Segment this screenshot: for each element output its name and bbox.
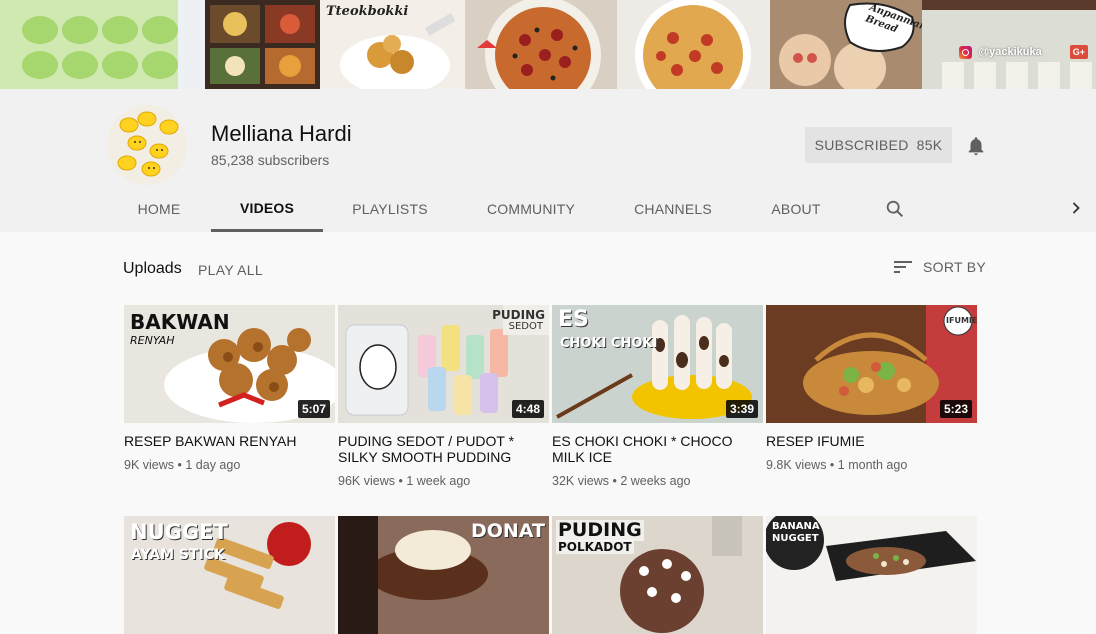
video-duration: 5:23 — [939, 400, 972, 418]
play-all-button[interactable]: PLAY ALL — [198, 262, 263, 278]
tab-videos[interactable]: VIDEOS — [211, 186, 323, 232]
video-meta: 9K views • 1 day ago — [124, 458, 241, 472]
video-card[interactable]: PUDING POLKADOT — [552, 516, 763, 634]
video-title[interactable]: RESEP IFUMIE — [766, 433, 977, 449]
thumbnail-text: PUDING — [492, 308, 545, 322]
thumbnail-text: ES — [558, 307, 589, 332]
video-age: 2 weeks ago — [620, 474, 691, 488]
thumbnail-subtext: RENYAH — [130, 334, 175, 347]
channel-avatar[interactable] — [107, 105, 187, 185]
banner-tile-pizza-1 — [465, 0, 617, 89]
thumbnail-text: BANANA — [772, 521, 820, 532]
video-title[interactable]: PUDING SEDOT / PUDOT * SILKY SMOOTH PUDD… — [338, 433, 549, 465]
video-title[interactable]: RESEP BAKWAN RENYAH — [124, 433, 335, 449]
video-card[interactable]: BANANA NUGGET — [766, 516, 977, 634]
subscribed-count: 85K — [916, 137, 943, 153]
thumbnail-subtext: NUGGET — [772, 533, 819, 544]
thumbnail-text: DONAT — [470, 520, 545, 542]
video-thumbnail[interactable]: DONAT — [338, 516, 549, 634]
video-card[interactable]: IFUMIE 5:23 RESEP IFUMIE 9.8K views • 1 … — [766, 305, 977, 472]
video-meta: 9.8K views • 1 month ago — [766, 458, 908, 472]
video-views: 9.8K views — [766, 458, 827, 472]
video-thumbnail[interactable]: PUDING POLKADOT — [552, 516, 763, 634]
banner-social-links: @yackikuka G+ — [959, 45, 1088, 59]
video-thumbnail[interactable]: BAKWAN RENYAH 5:07 — [124, 305, 335, 423]
tab-home[interactable]: HOME — [124, 186, 194, 232]
thumbnail-subtext: POLKADOT — [556, 540, 634, 554]
video-title[interactable]: ES CHOKI CHOKI * CHOCO MILK ICE — [552, 433, 763, 465]
tab-about[interactable]: ABOUT — [757, 186, 835, 232]
channel-tabs: HOME VIDEOS PLAYLISTS COMMUNITY CHANNELS… — [0, 186, 1096, 232]
video-meta: 96K views • 1 week ago — [338, 474, 471, 488]
sort-by-label: SORT BY — [923, 259, 987, 275]
subscribed-button[interactable]: SUBSCRIBED 85K — [805, 127, 952, 163]
video-duration: 4:48 — [511, 400, 544, 418]
thumbnail-text: PUDING — [556, 519, 644, 541]
tab-playlists[interactable]: PLAYLISTS — [340, 186, 440, 232]
google-plus-icon[interactable]: G+ — [1069, 45, 1088, 59]
banner-tile-bento — [205, 0, 320, 89]
sort-icon — [894, 261, 912, 273]
tab-channels[interactable]: CHANNELS — [620, 186, 726, 232]
subscribed-label: SUBSCRIBED — [814, 137, 909, 153]
video-views: 32K views — [552, 474, 609, 488]
video-meta: 32K views • 2 weeks ago — [552, 474, 691, 488]
video-age: 1 day ago — [185, 458, 241, 472]
banner-tile-anpanman: Anpanman Bread — [770, 0, 922, 89]
video-card[interactable]: NUGGET AYAM STICK — [124, 516, 335, 634]
banner-tile-tteokbokki: Tteokbokki — [320, 0, 465, 89]
video-age: 1 month ago — [837, 458, 908, 472]
video-duration: 5:07 — [297, 400, 330, 418]
sort-by-button[interactable]: SORT BY — [893, 259, 986, 275]
video-thumbnail[interactable]: PUDING SEDOT 4:48 — [338, 305, 549, 423]
thumbnail-text: BAKWAN — [130, 310, 230, 334]
channel-banner: Tteokbokki Anpanman Bread @yackikuka G+ — [0, 0, 1096, 89]
banner-tile-green-buns — [0, 0, 205, 89]
instagram-handle[interactable]: @yackikuka — [978, 46, 1041, 58]
thumbnail-subtext: CHOKI CHOKI — [560, 336, 658, 351]
banner-tile-pizza-2 — [617, 0, 770, 89]
channel-subscriber-count: 85,238 subscribers — [211, 152, 330, 168]
tab-community[interactable]: COMMUNITY — [471, 186, 591, 232]
instagram-icon[interactable] — [959, 45, 973, 59]
video-duration: 3:39 — [725, 400, 758, 418]
video-card[interactable]: PUDING SEDOT 4:48 PUDING SEDOT / PUDOT *… — [338, 305, 549, 488]
chevron-right-icon[interactable] — [1066, 198, 1086, 218]
video-thumbnail[interactable]: NUGGET AYAM STICK — [124, 516, 335, 634]
video-thumbnail[interactable]: BANANA NUGGET — [766, 516, 977, 634]
video-thumbnail[interactable]: ES CHOKI CHOKI 3:39 — [552, 305, 763, 423]
banner-text-tteokbokki: Tteokbokki — [326, 4, 409, 19]
search-icon[interactable] — [884, 198, 906, 220]
thumbnail-text: NUGGET — [130, 520, 228, 544]
video-views: 96K views — [338, 474, 395, 488]
video-card[interactable]: ES CHOKI CHOKI 3:39 ES CHOKI CHOKI * CHO… — [552, 305, 763, 488]
video-card[interactable]: BAKWAN RENYAH 5:07 RESEP BAKWAN RENYAH 9… — [124, 305, 335, 472]
section-title: Uploads — [123, 260, 182, 277]
thumbnail-text: IFUMIE — [946, 316, 977, 325]
video-views: 9K views — [124, 458, 175, 472]
video-card[interactable]: DONAT — [338, 516, 549, 634]
video-thumbnail[interactable]: IFUMIE 5:23 — [766, 305, 977, 423]
channel-name: Melliana Hardi — [211, 121, 352, 146]
video-age: 1 week ago — [406, 474, 471, 488]
notification-bell-icon[interactable] — [965, 135, 987, 157]
thumbnail-subtext: SEDOT — [508, 321, 543, 332]
thumbnail-subtext: AYAM STICK — [131, 547, 225, 563]
